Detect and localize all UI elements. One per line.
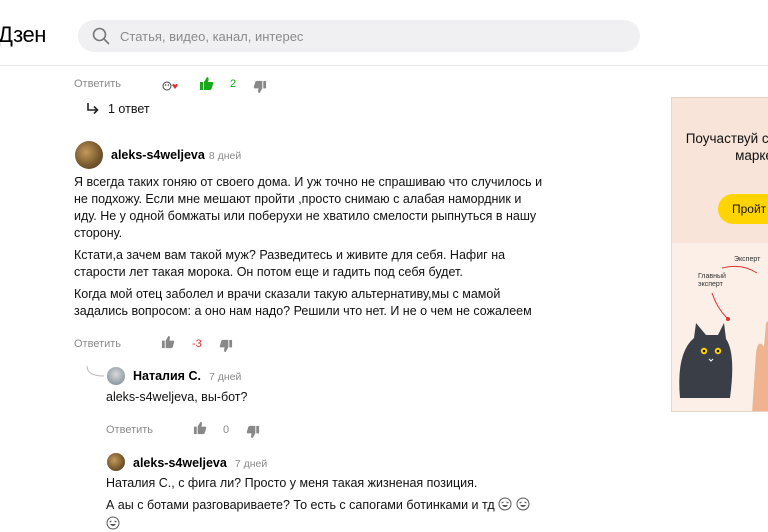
like-count: 2: [230, 78, 237, 90]
comment-date: 7 дней: [234, 458, 268, 470]
reply-button[interactable]: Ответить: [74, 338, 121, 350]
comment-date: 7 дней: [208, 371, 242, 383]
comment-text: Я всегда таких гоняю от своего дома. И у…: [74, 174, 542, 320]
comment-line: Я всегда таких гоняю от своего дома. И у…: [74, 175, 543, 189]
laughing-emoji-icon: [498, 497, 512, 511]
laughing-emoji-icon: [516, 497, 530, 511]
comment-line: [106, 516, 566, 532]
comment-text: Наталия С., с фига ли? Просто у меня так…: [106, 475, 566, 532]
author-name[interactable]: aleks-s4weljeva: [133, 456, 227, 470]
reactions-icon: [162, 81, 178, 91]
dislike-icon[interactable]: [246, 425, 260, 439]
laughing-emoji-icon: [106, 516, 120, 530]
replies-toggle[interactable]: 1 ответ: [108, 102, 150, 116]
ad-cta-button[interactable]: Пройт: [718, 194, 768, 224]
avatar[interactable]: [107, 367, 125, 385]
comment-line: не подхожу. Если мне мешают пройти ,прос…: [74, 192, 522, 206]
comment-line: старости лет такая морока. Он потом еще …: [74, 265, 463, 279]
top-header: Дзен: [0, 0, 768, 66]
reply-button[interactable]: Ответить: [106, 424, 153, 436]
comment-author[interactable]: aleks-s4weljeva 7 дней: [133, 456, 267, 470]
comment-line: задались вопросом: а оно нам надо? Решил…: [74, 304, 532, 318]
comment-line: Когда мой отец заболел и врачи сказали т…: [74, 287, 501, 301]
ad-banner[interactable]: Поучаствуй среди экс марке Пройт Эксперт…: [671, 97, 768, 412]
search-bar[interactable]: [78, 20, 640, 52]
dzen-logo[interactable]: Дзен: [0, 22, 46, 48]
comment-line: А аы с ботами разговариваете? То есть с …: [106, 497, 566, 514]
comment-actions: Ответить: [74, 78, 121, 90]
comment-line: сторону.: [74, 226, 123, 240]
reply-button[interactable]: Ответить: [74, 78, 121, 90]
like-icon[interactable]: [161, 335, 175, 349]
ad-headline: Поучаствуй среди экс марке: [685, 131, 768, 163]
reply-arrow-icon: [87, 103, 99, 115]
comment-line: Кстати,а зачем вам такой муж? Разведитес…: [74, 248, 506, 262]
avatar[interactable]: [75, 141, 103, 169]
comment-author[interactable]: Наталия С. 7 дней: [133, 369, 241, 383]
comment-date: 8 дней: [208, 150, 242, 162]
like-count: -3: [192, 338, 202, 350]
like-icon[interactable]: [193, 421, 207, 435]
dislike-icon[interactable]: [219, 339, 233, 353]
ad-illustration: [679, 265, 768, 411]
comment-line: Наталия С., с фига ли? Просто у меня так…: [106, 476, 478, 490]
search-input[interactable]: [120, 20, 620, 52]
author-name[interactable]: Наталия С.: [133, 369, 201, 383]
dislike-icon[interactable]: [253, 80, 267, 94]
search-icon: [92, 27, 110, 45]
comment-text: aleks-s4weljeva, вы-бот?: [106, 390, 248, 404]
like-count: 0: [223, 424, 230, 436]
avatar[interactable]: [107, 453, 125, 471]
comment-author[interactable]: aleks-s4weljeva 8 дней: [111, 148, 241, 162]
comment-line-text: А аы с ботами разговариваете? То есть с …: [106, 498, 495, 512]
comment-line: иду. Не у одной бомжаты или поберухи не …: [74, 209, 537, 223]
thread-line-icon: [86, 366, 105, 377]
like-icon[interactable]: [199, 76, 214, 91]
author-name[interactable]: aleks-s4weljeva: [111, 148, 205, 162]
